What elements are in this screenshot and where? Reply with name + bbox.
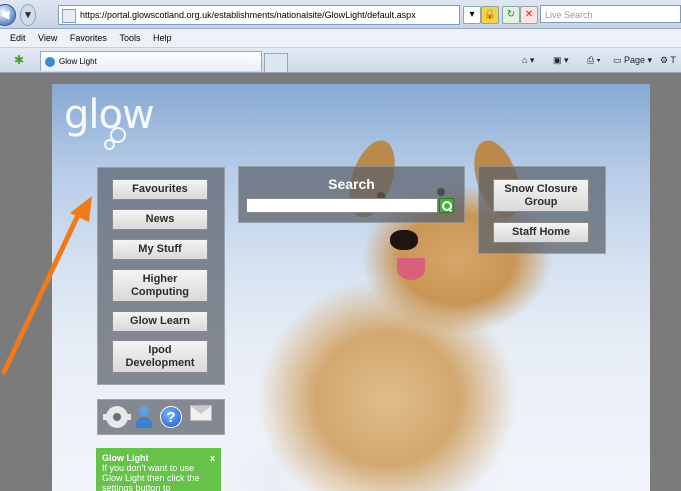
annotation-arrow	[1, 196, 92, 375]
arrow-shaft	[1, 208, 83, 375]
arrow-head	[70, 196, 92, 222]
